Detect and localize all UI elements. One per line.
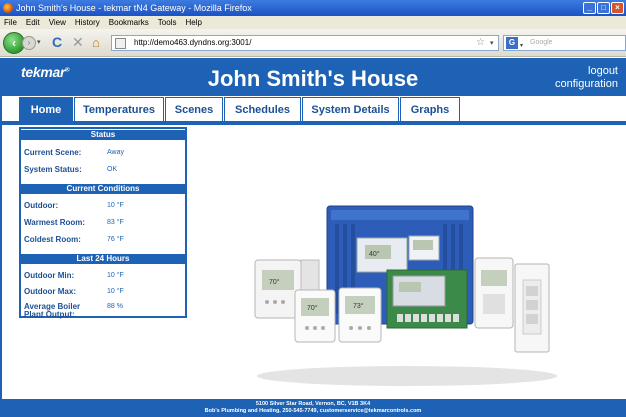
warmest-room-value: 83 °F [107,219,124,226]
close-button[interactable]: × [611,2,624,14]
window-title-bar: John Smith's House - tekmar tN4 Gateway … [0,0,626,16]
configuration-link[interactable]: configuration [555,78,618,91]
menu-tools[interactable]: Tools [158,16,177,29]
coldest-room-label: Coldest Room: [24,235,81,244]
forward-button[interactable]: › [22,36,36,50]
tab-underline [0,121,626,125]
tab-scenes[interactable]: Scenes [165,97,223,122]
logout-link[interactable]: logout [555,65,618,78]
window-title: John Smith's House - tekmar tN4 Gateway … [16,3,252,13]
menu-bar: File Edit View History Bookmarks Tools H… [0,16,626,29]
menu-file[interactable]: File [4,16,17,29]
svg-text:73°: 73° [353,302,364,310]
outdoor-min-label: Outdoor Min: [24,271,75,280]
tab-temperatures[interactable]: Temperatures [74,97,164,122]
boiler-output-value: 88 % [107,303,123,310]
tab-home[interactable]: Home [19,97,73,122]
footer-contact[interactable]: Bob's Plumbing and Heating, 250-545-7749… [0,408,626,415]
history-dropdown-icon[interactable]: ▾ [37,38,41,46]
maximize-button[interactable]: □ [597,2,610,14]
page-footer: 5100 Silver Star Road, Vernon, BC, V1B 3… [0,399,626,417]
current-scene-label: Current Scene: [24,148,82,157]
svg-text:40°: 40° [369,250,380,258]
menu-bookmarks[interactable]: Bookmarks [109,16,149,29]
coldest-room-value: 76 °F [107,236,124,243]
menu-view[interactable]: View [49,16,66,29]
status-heading: Status [21,130,185,140]
menu-help[interactable]: Help [185,16,201,29]
search-engine-dropdown-icon[interactable]: ▾ [520,39,523,53]
status-panel: Status Current Scene: Away System Status… [19,127,187,319]
outdoor-min-value: 10 °F [107,272,124,279]
search-input[interactable]: G ▾ Google [503,35,626,51]
warmest-room-label: Warmest Room: [24,218,86,227]
address-bar[interactable]: http://demo463.dyndns.org:3001/ [111,35,499,51]
google-icon[interactable]: G [506,37,518,49]
reload-icon[interactable]: C [52,34,62,50]
conditions-heading: Current Conditions [21,184,185,194]
tab-system-details[interactable]: System Details [302,97,399,122]
search-placeholder: Google [530,39,553,46]
boiler-output-label-line2: Plant Output: [24,310,75,319]
tab-graphs[interactable]: Graphs [400,97,460,122]
page-title: John Smith's House [207,66,419,91]
last-24-hours-heading: Last 24 Hours [21,254,185,264]
bookmark-star-icon[interactable]: ☆ [476,37,485,48]
window-controls: _ □ × [583,2,624,14]
outdoor-label: Outdoor: [24,201,59,210]
menu-history[interactable]: History [75,16,100,29]
svg-text:70°: 70° [307,304,318,312]
footer-address: 5100 Silver Star Road, Vernon, BC, V1B 3… [255,401,371,407]
home-icon[interactable]: ⌂ [92,35,100,50]
minimize-button[interactable]: _ [583,2,596,14]
web-page: tekmar® John Smith's House logout config… [0,58,626,417]
menu-edit[interactable]: Edit [26,16,40,29]
account-links: logout configuration [555,65,618,91]
outdoor-value: 10 °F [107,202,124,209]
navigation-toolbar: ‹ › ▾ C ✕ ⌂ http://demo463.dyndns.org:30… [0,29,626,57]
firefox-icon [3,3,13,13]
outdoor-max-value: 10 °F [107,288,124,295]
svg-text:70°: 70° [269,278,280,286]
url-dropdown-icon[interactable]: ▾ [490,39,494,47]
current-scene-value: Away [107,149,124,156]
page-icon [115,38,126,49]
tab-schedules[interactable]: Schedules [224,97,301,122]
system-status-label: System Status: [24,165,82,174]
outdoor-max-label: Outdoor Max: [24,287,76,296]
system-status-value: OK [107,166,118,173]
url-text: http://demo463.dyndns.org:3001/ [134,38,252,47]
stop-icon[interactable]: ✕ [72,34,84,51]
tekmar-products-image: 40° 70° 70° 73° [254,205,557,386]
page-left-border [0,58,2,417]
site-header: tekmar® John Smith's House logout config… [0,58,626,96]
